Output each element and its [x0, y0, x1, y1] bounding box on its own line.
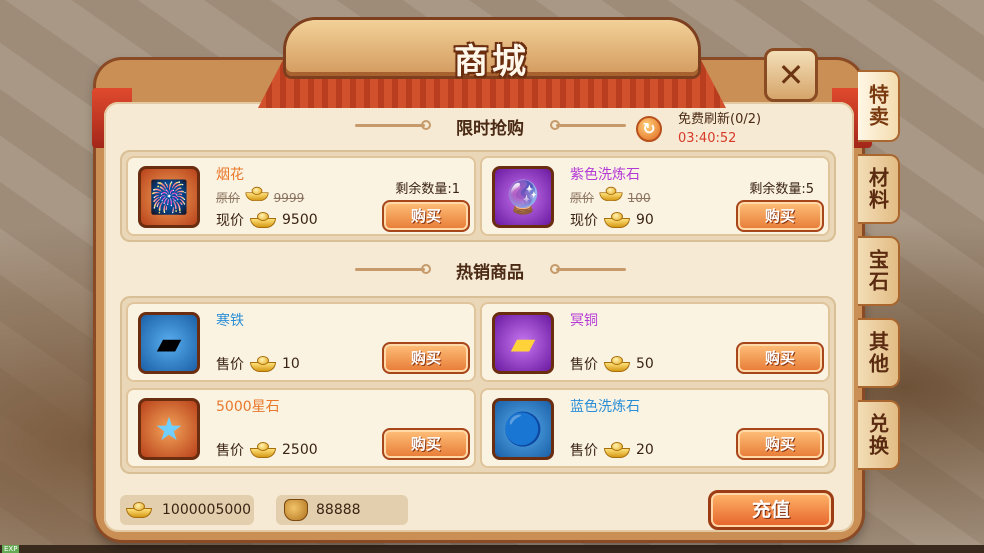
fireworks-icon: 🎆	[138, 166, 200, 228]
purple-stone-icon: 🔮	[492, 166, 554, 228]
refresh-icon[interactable]: ↻	[636, 116, 662, 142]
flash-sale-group: 🎆 烟花 原价 9999 现价 9500 剩余数量:1 购买 🔮 紫色洗炼石 原…	[120, 150, 836, 242]
ingot-icon	[250, 356, 276, 372]
ingot-icon	[250, 212, 276, 228]
original-price-label: 原价	[216, 191, 241, 205]
category-tabs: 特卖 材料 宝石 其他 兑换	[858, 70, 902, 482]
flash-item-card: 🎆 烟花 原价 9999 现价 9500 剩余数量:1 购买	[126, 156, 476, 236]
star-stone-icon: ★	[138, 398, 200, 460]
tab-materials[interactable]: 材料	[858, 154, 900, 224]
hot-item-card: ▰ 寒铁 售价 10 购买	[126, 302, 476, 382]
current-price-label: 现价	[216, 213, 244, 229]
ingot-icon	[604, 442, 630, 458]
item-name: 紫色洗炼石	[570, 167, 640, 183]
right-ornament	[550, 264, 626, 274]
current-price: 现价 90	[570, 210, 654, 230]
sale-price: 售价 20	[570, 440, 654, 460]
refresh-countdown: 03:40:52	[678, 131, 737, 146]
ingot-icon	[250, 442, 276, 458]
blue-stone-icon: 🔵	[492, 398, 554, 460]
recharge-button[interactable]: 充值	[708, 490, 834, 530]
bound-ingot-balance: 88888	[276, 495, 408, 525]
sale-price-value: 10	[282, 356, 300, 372]
item-name: 冥铜	[570, 313, 598, 329]
exp-bar	[0, 545, 984, 553]
buy-button[interactable]: 购买	[736, 342, 824, 374]
flash-item-card: 🔮 紫色洗炼石 原价 100 现价 90 剩余数量:5 购买	[480, 156, 830, 236]
buy-button[interactable]: 购买	[382, 342, 470, 374]
title-roof: 商城	[258, 18, 726, 108]
item-name: 寒铁	[216, 313, 244, 329]
remaining-quantity: 剩余数量:1	[395, 182, 460, 197]
sale-price: 售价 2500	[216, 440, 318, 460]
close-icon: ✕	[777, 56, 805, 94]
sale-price: 售价 50	[570, 354, 654, 374]
item-name: 蓝色洗炼石	[570, 399, 640, 415]
sale-price-label: 售价	[216, 357, 244, 373]
ingot-balance-value: 1000005000	[162, 502, 252, 518]
remaining-quantity: 剩余数量:5	[749, 182, 814, 197]
original-price-value: 100	[627, 191, 651, 205]
buy-button[interactable]: 购买	[382, 200, 470, 232]
money-bag-icon	[284, 499, 308, 521]
item-name: 5000星石	[216, 399, 280, 415]
sale-price-label: 售价	[570, 443, 598, 459]
ingot-icon	[604, 212, 630, 228]
current-price-label: 现价	[570, 213, 598, 229]
sale-price-value: 20	[636, 442, 654, 458]
original-price: 原价 100	[570, 186, 651, 206]
free-refresh-label: 免费刷新(0/2)	[678, 112, 762, 127]
hot-item-card: 🔵 蓝色洗炼石 售价 20 购买	[480, 388, 830, 468]
sale-price: 售价 10	[216, 354, 300, 374]
current-price: 现价 9500	[216, 210, 318, 230]
cold-iron-icon: ▰	[138, 312, 200, 374]
original-price: 原价 9999	[216, 186, 304, 206]
buy-button[interactable]: 购买	[382, 428, 470, 460]
current-price-value: 9500	[282, 212, 318, 228]
bound-balance-value: 88888	[316, 502, 361, 518]
item-name: 烟花	[216, 167, 244, 183]
ingot-balance: 1000005000	[120, 495, 254, 525]
original-price-label: 原价	[570, 191, 595, 205]
buy-button[interactable]: 购买	[736, 428, 824, 460]
original-price-value: 9999	[273, 191, 305, 205]
tab-special-sale[interactable]: 特卖	[858, 70, 900, 142]
dark-copper-icon: ▰	[492, 312, 554, 374]
hot-item-card: ▰ 冥铜 售价 50 购买	[480, 302, 830, 382]
tab-other[interactable]: 其他	[858, 318, 900, 388]
page-title: 商城	[454, 42, 530, 82]
ingot-icon	[245, 186, 269, 202]
tab-gems[interactable]: 宝石	[858, 236, 900, 306]
sale-price-value: 2500	[282, 442, 318, 458]
buy-button[interactable]: 购买	[736, 200, 824, 232]
sale-price-label: 售价	[216, 443, 244, 459]
ingot-icon	[604, 356, 630, 372]
current-price-value: 90	[636, 212, 654, 228]
ingot-icon	[126, 502, 152, 518]
hot-sale-group: ▰ 寒铁 售价 10 购买 ▰ 冥铜 售价 50 购买 ★ 5000星石 售价 …	[120, 296, 836, 474]
sale-price-label: 售价	[570, 357, 598, 373]
tab-exchange[interactable]: 兑换	[858, 400, 900, 470]
right-ornament	[550, 120, 626, 130]
hot-item-card: ★ 5000星石 售价 2500 购买	[126, 388, 476, 468]
sale-price-value: 50	[636, 356, 654, 372]
ingot-icon	[599, 186, 623, 202]
close-button[interactable]: ✕	[764, 48, 818, 102]
exp-label: EXP	[2, 545, 20, 553]
